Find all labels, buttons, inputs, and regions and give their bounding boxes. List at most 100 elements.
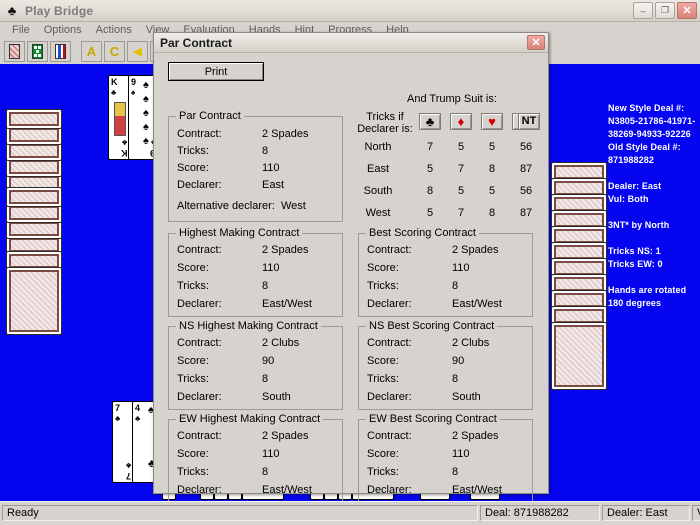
restore-button[interactable]: ❐ [655,2,675,19]
tricks-cell: 5 [450,141,472,153]
field-value: 110 [452,448,470,460]
field-value: 2 Spades [452,244,498,256]
field-value: 2 Spades [262,430,308,442]
field-value: 2 Spades [262,128,308,140]
ns-highest-making-legend: NS Highest Making Contract [176,320,321,332]
field-label: Contract: [177,430,222,442]
best-scoring-contract-group: Best Scoring Contract Contract: 2 Spades… [358,233,533,317]
field-label: Contract: [367,337,412,349]
playing-card[interactable]: 7 ♣ 7 ♣ [112,401,134,483]
spacer [608,206,700,219]
status-bar: Ready Deal: 871988282 Dealer: East Vul: … [0,501,700,525]
hearts-suit-header[interactable]: ♥ [481,113,503,130]
dialog-close-button[interactable]: ✕ [527,35,545,50]
field-label: Tricks: [177,466,209,478]
spacer [608,271,700,284]
playing-card[interactable]: K ♣ K ♣ [108,75,130,160]
clubs-suit-header[interactable]: ♣ [419,113,441,130]
trump-suit-heading: And Trump Suit is: [407,93,497,105]
tricks-row-west-label: West [350,207,406,219]
tricks-cell: 5 [481,185,503,197]
notrump-suit-header[interactable]: NT [518,113,540,130]
field-label: Score: [367,355,399,367]
field-value: South [262,391,291,403]
old-style-deal-value: 871988282 [608,154,700,167]
menu-options[interactable]: Options [37,24,89,36]
spacer [608,232,700,245]
par-contract-group: Par Contract Contract: 2 Spades Tricks: … [168,116,343,222]
window-controls: – ❐ ✕ [633,2,697,19]
field-value: 90 [452,355,464,367]
deal-cards-button[interactable] [4,41,25,62]
rotation-note-line2: 180 degrees [608,297,700,310]
field-label: Tricks: [177,145,209,157]
close-button[interactable]: ✕ [677,2,697,19]
field-label: Score: [177,262,209,274]
ns-best-scoring-contract-group: NS Best Scoring Contract Contract: 2 Clu… [358,326,533,410]
tricks-row-north-label: North [350,141,406,153]
menu-actions[interactable]: Actions [89,24,139,36]
tricks-cell: 7 [518,207,540,219]
arrow-left-icon: ◀ [133,45,141,58]
random-deal-button[interactable] [27,41,48,62]
hand-view-button[interactable] [50,41,71,62]
field-value: 8 [262,145,268,157]
minimize-button[interactable]: – [633,2,653,19]
menu-file[interactable]: File [5,24,37,36]
field-value: 2 Spades [262,244,308,256]
notrump-icon: NT [522,115,537,128]
new-style-deal-line2: 38269-94933-92226 [608,128,700,141]
card-back[interactable] [6,109,62,129]
diamonds-suit-header[interactable]: ♦ [450,113,472,130]
tricks-ns-info: Tricks NS: 1 [608,245,700,258]
old-style-deal-label: Old Style Deal #: [608,141,700,154]
previous-button[interactable]: ◀ [127,41,148,62]
tricks-cell: 8 [419,185,441,197]
tricks-cell: 5 [419,207,441,219]
tricks-cell: 7 [419,141,441,153]
print-button[interactable]: Print [168,62,264,81]
tricks-label-line1: Tricks if [354,111,416,123]
field-value: East/West [452,298,502,310]
field-value: West [281,200,306,212]
field-value: 2 Clubs [452,337,489,349]
spacer [608,167,700,180]
field-label: Score: [367,262,399,274]
dialog-title-bar[interactable]: Par Contract ✕ [154,33,548,53]
field-label: Declarer: [367,484,412,496]
diamonds-icon: ♦ [458,115,465,128]
contract-info: 3NT* by North [608,219,700,232]
card-back[interactable] [551,322,607,390]
card-back[interactable] [6,267,62,335]
field-label: Contract: [367,430,412,442]
status-ready: Ready [2,505,478,521]
field-value: 110 [262,448,280,460]
field-label: Tricks: [367,280,399,292]
letter-c-icon: C [110,44,119,59]
dealer-info: Dealer: East [608,180,700,193]
field-value: 2 Spades [452,430,498,442]
tricks-row-east-label: East [350,163,406,175]
title-bar: ♣ Play Bridge – ❐ ✕ [0,0,700,22]
tricks-cell: 6 [518,185,540,197]
tricks-cell: 7 [450,163,472,175]
claim-button[interactable]: C [104,41,125,62]
card-back-icon [9,44,20,59]
rotation-note-line1: Hands are rotated [608,284,700,297]
tricks-cell: 5 [481,141,503,153]
tricks-cell: 8 [481,163,503,175]
card-back[interactable] [6,187,62,207]
ew-best-scoring-legend: EW Best Scoring Contract [366,413,500,425]
auto-play-button[interactable]: A [81,41,102,62]
field-value: 90 [262,355,274,367]
ns-best-scoring-legend: NS Best Scoring Contract [366,320,497,332]
tricks-if-declarer-label: Tricks if Declarer is: [354,111,416,135]
field-label: Declarer: [367,298,412,310]
field-value: East/West [452,484,502,496]
tricks-cell: 6 [518,141,540,153]
field-label: Alternative declarer: [177,200,275,212]
hearts-icon: ♥ [488,115,496,128]
field-value: 110 [262,262,280,274]
bridge-app-icon: ♣ [4,3,20,19]
deal-info-panel: New Style Deal #: N3805-21786-41971- 382… [608,102,700,310]
